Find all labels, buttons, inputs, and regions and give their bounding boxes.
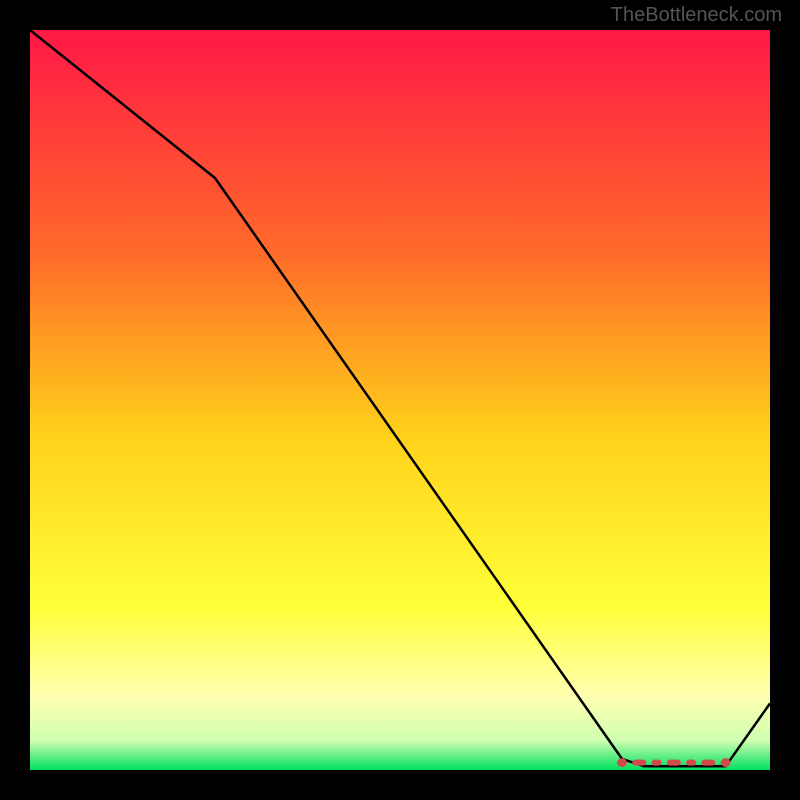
chart-plot-area [30, 30, 770, 770]
chart-background [30, 30, 770, 770]
chart-svg [30, 30, 770, 770]
watermark-text: TheBottleneck.com [611, 4, 782, 27]
